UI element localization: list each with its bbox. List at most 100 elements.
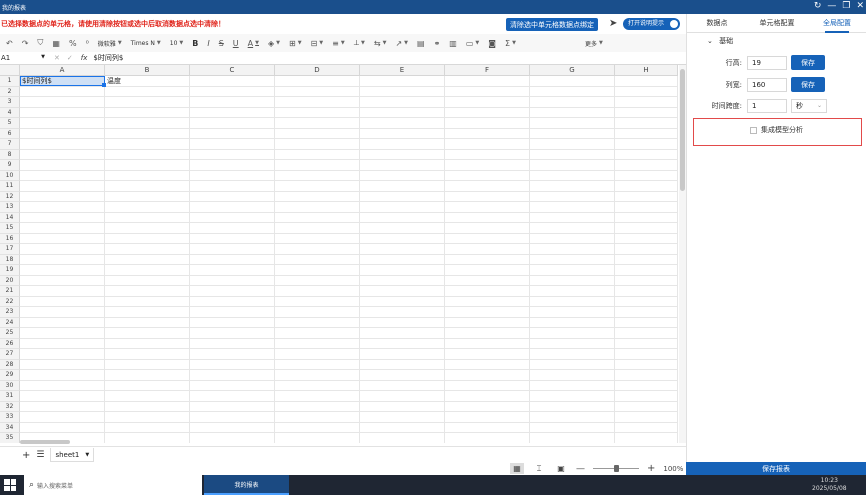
row-header-1[interactable]: 1 [0, 76, 20, 87]
row-header-2[interactable]: 2 [0, 86, 20, 97]
align-icon[interactable]: ≡ ▼ [332, 36, 345, 50]
scroll-thumb[interactable] [680, 69, 685, 191]
tab-datapoints[interactable]: 数据点 [687, 14, 747, 32]
row-header-21[interactable]: 21 [0, 286, 20, 297]
font-size-select[interactable]: 10 ▼ [170, 36, 184, 50]
row-header-31[interactable]: 31 [0, 391, 20, 402]
row-header-14[interactable]: 14 [0, 212, 20, 223]
merge-icon[interactable]: ⊟ ▼ [311, 36, 324, 50]
row-header-20[interactable]: 20 [0, 275, 20, 286]
row-height-input[interactable]: 19 [747, 55, 787, 70]
save-col-width-button[interactable]: 保存 [791, 77, 825, 92]
row-header-6[interactable]: 6 [0, 128, 20, 139]
row-header-16[interactable]: 16 [0, 233, 20, 244]
zoom-out-icon[interactable]: — [576, 464, 585, 474]
close-icon[interactable]: ✕ [856, 1, 864, 12]
row-header-34[interactable]: 34 [0, 422, 20, 433]
comment-icon[interactable]: ▭ ▼ [466, 36, 479, 50]
save-row-height-button[interactable]: 保存 [791, 55, 825, 70]
refresh-icon[interactable]: ↻ [814, 1, 822, 12]
row-header-7[interactable]: 7 [0, 139, 20, 150]
tab-cell-config[interactable]: 单元格配置 [747, 14, 807, 32]
percent-icon[interactable]: % [69, 36, 77, 50]
font-family-a-select[interactable]: 微软雅 ▼ [98, 36, 122, 50]
spreadsheet-grid[interactable]: ABCDEFGH 1 2 3 4 5 6 7 8 9 10 11 12 13 14 15 16 17 18 19 20… [0, 65, 678, 443]
time-unit-select[interactable]: 秒 ⌄ [791, 98, 827, 113]
row-header-12[interactable]: 12 [0, 191, 20, 202]
send-icon[interactable]: ➤ [609, 18, 621, 30]
row-header-33[interactable]: 33 [0, 412, 20, 423]
font-family-b-select[interactable]: Times N ▼ [131, 36, 161, 50]
rotate-icon[interactable]: ↗ ▼ [395, 36, 408, 50]
column-header-g[interactable]: G [530, 65, 615, 76]
row-header-4[interactable]: 4 [0, 107, 20, 118]
sheet-list-icon[interactable]: ☰ [36, 450, 44, 460]
row-header-18[interactable]: 18 [0, 254, 20, 265]
select-all-corner[interactable] [0, 65, 20, 76]
row-header-11[interactable]: 11 [0, 181, 20, 192]
row-header-32[interactable]: 32 [0, 401, 20, 412]
integrated-model-checkbox[interactable] [750, 127, 757, 134]
row-header-30[interactable]: 30 [0, 380, 20, 391]
sheet-tab[interactable]: sheet1 ▼ [50, 448, 95, 462]
row-header-23[interactable]: 23 [0, 307, 20, 318]
undo-icon[interactable]: ↶ [6, 36, 13, 50]
page-layout-view-icon[interactable]: ▣ [554, 463, 568, 474]
taskbar-app[interactable]: 我的报表 [204, 475, 289, 495]
row-header-24[interactable]: 24 [0, 317, 20, 328]
confirm-icon[interactable]: ✓ [67, 54, 73, 62]
italic-icon[interactable]: I [207, 36, 209, 50]
column-header-e[interactable]: E [360, 65, 445, 76]
border-icon[interactable]: ⊞ ▼ [289, 36, 302, 50]
decimal-icon[interactable]: ⁰ [86, 36, 89, 50]
page-break-view-icon[interactable]: ⌶ [532, 463, 546, 474]
column-header-h[interactable]: H [615, 65, 678, 76]
camera-icon[interactable]: ◙ [488, 36, 496, 50]
link-icon[interactable]: ⚭ [434, 36, 441, 50]
windows-start-icon[interactable] [4, 479, 16, 491]
add-sheet-icon[interactable]: + [22, 450, 30, 461]
fx-icon[interactable]: fx [81, 54, 88, 62]
more-menu[interactable]: 更多 ▼ [585, 36, 603, 50]
row-header-25[interactable]: 25 [0, 328, 20, 339]
row-header-22[interactable]: 22 [0, 296, 20, 307]
row-header-29[interactable]: 29 [0, 370, 20, 381]
vertical-scrollbar[interactable] [679, 65, 686, 443]
column-header-d[interactable]: D [275, 65, 360, 76]
row-header-17[interactable]: 17 [0, 244, 20, 255]
save-report-button[interactable]: 保存报表 [686, 462, 866, 475]
cancel-icon[interactable]: ✕ [54, 54, 60, 62]
row-header-26[interactable]: 26 [0, 338, 20, 349]
restore-icon[interactable]: ❐ [842, 1, 850, 12]
valign-icon[interactable]: ⟂ ▼ [354, 36, 365, 50]
time-span-input[interactable]: 1 [747, 98, 787, 113]
column-header-b[interactable]: B [105, 65, 190, 76]
freeze-icon[interactable]: ▤ [417, 36, 425, 50]
minimize-icon[interactable]: — [827, 1, 836, 12]
wrap-icon[interactable]: ⇆ ▼ [374, 36, 387, 50]
section-basic-header[interactable]: ⌄ 基础 [707, 36, 733, 46]
row-header-10[interactable]: 10 [0, 170, 20, 181]
font-color-icon[interactable]: A ▼ [248, 36, 259, 50]
zoom-in-icon[interactable]: + [647, 463, 655, 474]
row-header-5[interactable]: 5 [0, 118, 20, 129]
row-header-3[interactable]: 3 [0, 97, 20, 108]
tab-global-config[interactable]: 全局配置 [807, 14, 866, 33]
strikethrough-icon[interactable]: S [219, 36, 224, 50]
row-header-9[interactable]: 9 [0, 160, 20, 171]
taskbar-search[interactable]: ⌕ 输入搜索菜单 [24, 475, 202, 495]
row-header-15[interactable]: 15 [0, 223, 20, 234]
row-header-19[interactable]: 19 [0, 265, 20, 276]
zoom-slider[interactable] [593, 465, 639, 472]
bold-icon[interactable]: B [192, 36, 198, 50]
cell-a1[interactable]: $时间列$ [20, 76, 106, 87]
name-box[interactable]: A1 ▼ [0, 54, 48, 62]
row-header-8[interactable]: 8 [0, 149, 20, 160]
column-header-a[interactable]: A [20, 65, 105, 76]
underline-icon[interactable]: U [233, 36, 239, 50]
help-toggle[interactable]: 打开说明提示 [623, 18, 681, 30]
row-header-27[interactable]: 27 [0, 349, 20, 360]
format-painter-icon[interactable]: ⛉ [37, 36, 43, 50]
column-header-f[interactable]: F [445, 65, 530, 76]
zoom-slider-knob[interactable] [614, 465, 619, 472]
